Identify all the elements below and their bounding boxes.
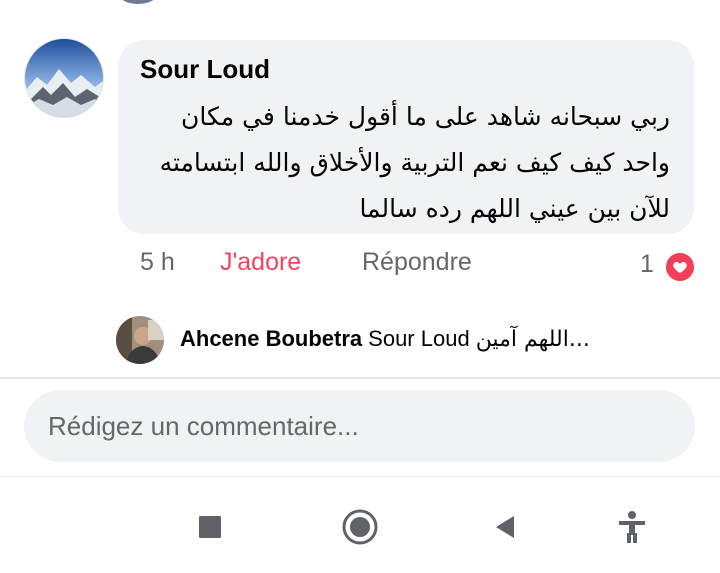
- recents-icon[interactable]: [188, 505, 232, 549]
- heart-icon[interactable]: [664, 251, 696, 283]
- comment-thread-screen: Sour Loud ربي سبحانه شاهد على ما أقول خد…: [0, 0, 720, 573]
- comment-input[interactable]: [24, 390, 695, 462]
- comment-text: ربي سبحانه شاهد على ما أقول خدمنا في مكا…: [159, 102, 670, 223]
- reply-button[interactable]: Répondre: [362, 248, 472, 277]
- person-photo-icon: [116, 316, 164, 364]
- reaction-count[interactable]: 1: [640, 250, 654, 279]
- comment-bubble: Sour Loud ربي سبحانه شاهد على ما أقول خد…: [118, 40, 694, 234]
- back-icon[interactable]: [484, 505, 528, 549]
- home-icon[interactable]: [338, 505, 382, 549]
- reply-author-avatar[interactable]: [116, 316, 164, 364]
- mountain-photo-icon: [25, 39, 103, 117]
- comment-author[interactable]: Sour Loud: [140, 54, 270, 85]
- reply-author[interactable]: Ahcene Boubetra: [180, 326, 362, 351]
- like-button[interactable]: J'adore: [220, 248, 301, 277]
- reply-mention[interactable]: Sour Loud: [368, 326, 470, 351]
- divider: [0, 377, 720, 379]
- reply-snippet: اللهم آمين...: [475, 327, 590, 352]
- previous-avatar[interactable]: [118, 0, 158, 4]
- comment-time[interactable]: 5 h: [140, 248, 175, 277]
- system-navbar: [0, 477, 720, 573]
- commenter-avatar[interactable]: [24, 38, 104, 118]
- reply-preview[interactable]: Ahcene Boubetra Sour Loud اللهم آمين...: [180, 326, 590, 352]
- accessibility-icon[interactable]: [610, 505, 654, 549]
